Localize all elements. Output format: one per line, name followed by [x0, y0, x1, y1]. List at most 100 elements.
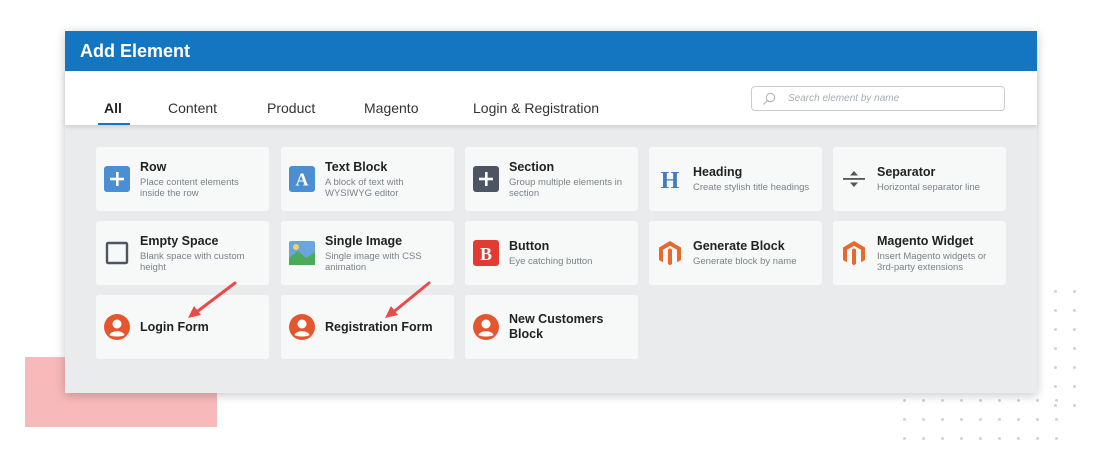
decorative-dot	[1073, 309, 1076, 312]
decorative-dot	[922, 418, 925, 421]
svg-text:B: B	[480, 244, 492, 264]
decorative-dot	[1054, 385, 1057, 388]
element-description: Place content elements inside the row	[140, 176, 239, 199]
decorative-dot	[1036, 437, 1039, 440]
decorative-dot	[960, 399, 963, 402]
element-name: Text Block	[325, 159, 388, 174]
decorative-dot	[1017, 437, 1020, 440]
annotation-arrow-registration	[385, 281, 431, 318]
decorative-dot	[922, 437, 925, 440]
decorative-dot	[1055, 399, 1058, 402]
dialog-title: Add Element	[80, 40, 191, 61]
element-description: Group multiple elements in section	[509, 176, 622, 199]
tab-all[interactable]: All	[104, 100, 122, 116]
element-description: Insert Magento widgets or 3rd-party exte…	[877, 250, 987, 273]
decorative-dot	[998, 418, 1001, 421]
decorative-dot	[1073, 385, 1076, 388]
element-name: Heading	[693, 165, 743, 179]
decorative-dot	[903, 437, 906, 440]
decorative-dot	[960, 437, 963, 440]
element-name: Magento Widget	[877, 233, 974, 248]
decorative-dot	[922, 399, 925, 402]
decorative-dot	[903, 399, 906, 402]
element-card-single-image[interactable]: Single Image Single image with CSS animat…	[281, 221, 454, 285]
tab-product[interactable]: Product	[267, 100, 315, 116]
element-card-heading[interactable]: H Heading Create stylish title headings	[649, 147, 822, 211]
tab-content[interactable]: Content	[168, 100, 217, 116]
element-card-generate-block[interactable]: Generate Block Generate block by name	[649, 221, 822, 285]
element-card-button[interactable]: B Button Eye catching button	[465, 221, 638, 285]
element-name: Empty Space	[140, 233, 219, 248]
plus-square-dark-icon	[473, 166, 499, 192]
search-icon	[763, 92, 776, 105]
element-name: New Customers Block	[509, 312, 604, 341]
element-description: Create stylish title headings	[693, 182, 810, 193]
element-description: Eye catching button	[509, 256, 593, 267]
heading-h-icon: H	[657, 166, 683, 192]
element-name: Generate Block	[693, 239, 785, 253]
element-card-new-customers-block[interactable]: New Customers Block	[465, 295, 638, 359]
decorative-dot	[1017, 418, 1020, 421]
element-name: Row	[140, 159, 167, 174]
decorative-dot	[1054, 290, 1057, 293]
decorative-dot	[998, 399, 1001, 402]
element-name: Button	[509, 239, 550, 253]
user-avatar-icon	[104, 314, 130, 340]
plus-square-blue-icon	[104, 166, 130, 192]
decorative-dot	[941, 399, 944, 402]
decorative-dot	[1054, 309, 1057, 312]
svg-text:A: A	[296, 170, 309, 190]
element-name: Section	[509, 159, 555, 174]
tab-magento[interactable]: Magento	[364, 100, 418, 116]
decorative-dot	[1036, 418, 1039, 421]
decorative-dot	[1055, 437, 1058, 440]
element-description: A block of text with WYSIWYG editor	[325, 176, 404, 199]
element-description: Generate block by name	[693, 256, 797, 267]
decorative-dot	[1073, 290, 1076, 293]
decorative-dot	[1054, 347, 1057, 350]
decorative-dot	[941, 437, 944, 440]
decorative-dot	[979, 437, 982, 440]
user-avatar-icon	[289, 314, 315, 340]
element-card-magento-widget[interactable]: Magento Widget Insert Magento widgets or …	[833, 221, 1006, 285]
annotation-arrow-login	[188, 281, 237, 318]
svg-text:H: H	[661, 168, 680, 192]
decorative-dot	[1036, 399, 1039, 402]
decorative-dot	[1055, 418, 1058, 421]
dialog-header: Add Element	[65, 31, 1037, 71]
element-card-text-block[interactable]: A Text Block A block of text with WYSIWYG…	[281, 147, 454, 211]
search-box[interactable]	[751, 86, 1005, 111]
button-b-icon: B	[473, 240, 499, 266]
element-card-empty-space[interactable]: Empty Space Blank space with custom heigh…	[96, 221, 269, 285]
decorative-dot	[1054, 404, 1057, 407]
decorative-dot	[1073, 366, 1076, 369]
element-name: Separator	[877, 165, 936, 179]
tab-login-registration[interactable]: Login & Registration	[473, 100, 599, 116]
decorative-dot	[1054, 328, 1057, 331]
tab-bar: All Content Product Magento Login & Regi…	[65, 71, 1037, 125]
decorative-dot	[1073, 404, 1076, 407]
decorative-dot	[998, 437, 1001, 440]
decorative-dot	[979, 399, 982, 402]
empty-square-icon	[104, 240, 130, 266]
search-input[interactable]	[788, 93, 988, 104]
magento-icon	[841, 240, 867, 266]
decorative-dot	[960, 418, 963, 421]
decorative-dot	[1073, 347, 1076, 350]
decorative-dot	[1073, 328, 1076, 331]
element-card-section[interactable]: Section Group multiple elements in sectio…	[465, 147, 638, 211]
image-icon	[289, 240, 315, 266]
decorative-dot	[903, 418, 906, 421]
element-card-separator[interactable]: Separator Horizontal separator line	[833, 147, 1006, 211]
decorative-dot	[1054, 366, 1057, 369]
element-name: Single Image	[325, 233, 403, 248]
text-a-icon: A	[289, 166, 315, 192]
separator-icon	[841, 166, 867, 192]
magento-icon	[657, 240, 683, 266]
element-description: Horizontal separator line	[877, 182, 980, 193]
element-card-row[interactable]: Row Place content elements inside the row	[96, 147, 269, 211]
decorative-dot	[1017, 399, 1020, 402]
active-tab-indicator	[98, 123, 130, 125]
decorative-dot	[941, 418, 944, 421]
element-description: Single image with CSS animation	[325, 250, 422, 273]
